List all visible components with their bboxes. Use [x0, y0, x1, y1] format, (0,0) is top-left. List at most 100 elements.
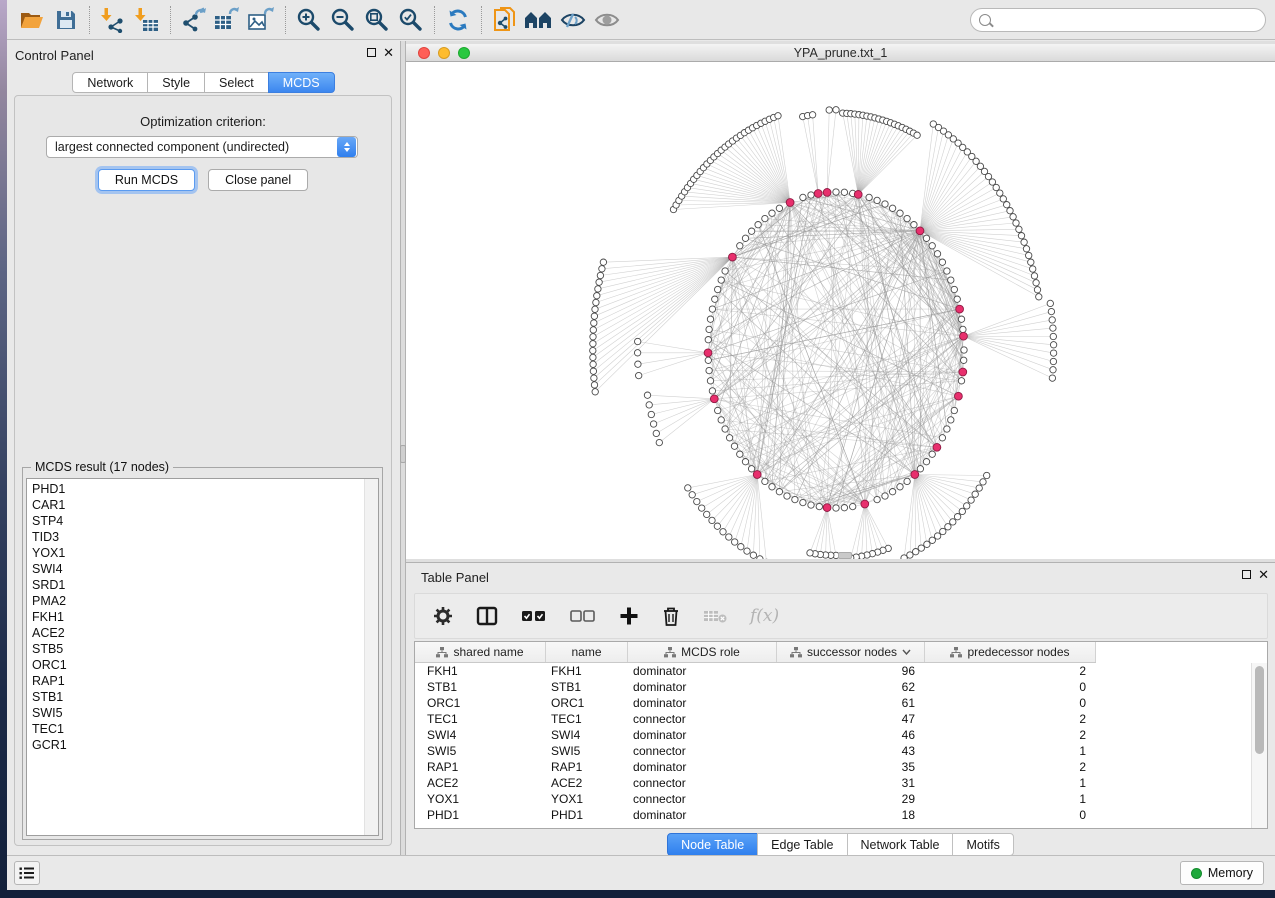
network-node[interactable]	[959, 508, 965, 514]
network-node[interactable]	[592, 389, 598, 395]
table-scrollbar[interactable]	[1251, 663, 1267, 828]
network-node[interactable]	[591, 382, 597, 388]
network-node[interactable]	[934, 533, 940, 539]
mcds-result-item[interactable]: ACE2	[27, 625, 363, 641]
column-header-MCDS-role[interactable]: MCDS role	[628, 642, 777, 662]
network-node[interactable]	[595, 286, 601, 292]
mcds-hub-node[interactable]	[933, 443, 941, 451]
network-node[interactable]	[762, 478, 768, 484]
column-header-shared-name[interactable]: shared name	[415, 642, 546, 662]
window-minimize-icon[interactable]	[438, 47, 450, 59]
network-node[interactable]	[809, 112, 815, 118]
network-node[interactable]	[980, 479, 986, 485]
mcds-hub-node[interactable]	[854, 191, 862, 199]
network-node[interactable]	[939, 259, 945, 265]
mcds-hub-node[interactable]	[823, 189, 831, 197]
network-node[interactable]	[726, 534, 732, 540]
network-node[interactable]	[954, 514, 960, 520]
column-header-name[interactable]: name	[546, 642, 628, 662]
network-node[interactable]	[850, 503, 856, 509]
network-node[interactable]	[590, 368, 596, 374]
network-node[interactable]	[950, 519, 956, 525]
first-neighbors-icon[interactable]	[522, 5, 556, 35]
mcds-result-item[interactable]: PMA2	[27, 593, 363, 609]
network-node[interactable]	[961, 357, 967, 363]
network-node[interactable]	[592, 306, 598, 312]
network-node[interactable]	[951, 407, 957, 413]
hide-graphics-details-icon[interactable]	[556, 5, 590, 35]
network-node[interactable]	[705, 337, 711, 343]
float-table-panel-icon[interactable]	[1242, 570, 1251, 579]
mcds-hub-node[interactable]	[916, 227, 924, 235]
network-node[interactable]	[590, 334, 596, 340]
table-row[interactable]: SWI5SWI5connector431	[415, 743, 1250, 759]
network-node[interactable]	[769, 484, 775, 490]
network-node[interactable]	[726, 435, 732, 441]
network-node[interactable]	[1047, 300, 1053, 306]
network-node[interactable]	[737, 451, 743, 457]
network-node[interactable]	[596, 279, 602, 285]
search-field[interactable]	[970, 8, 1266, 32]
network-node[interactable]	[1050, 325, 1056, 331]
network-node[interactable]	[757, 556, 763, 559]
network-node[interactable]	[718, 417, 724, 423]
network-node[interactable]	[874, 197, 880, 203]
table-row[interactable]: STB1STB1dominator620	[415, 679, 1250, 695]
export-network-icon[interactable]	[177, 5, 211, 35]
mcds-hub-node[interactable]	[753, 471, 761, 479]
table-row[interactable]: TEC1TEC1connector472	[415, 711, 1250, 727]
network-node[interactable]	[715, 407, 721, 413]
network-node[interactable]	[929, 451, 935, 457]
window-zoom-icon[interactable]	[458, 47, 470, 59]
close-panel-button[interactable]: Close panel	[208, 169, 308, 191]
search-input[interactable]	[996, 10, 1265, 30]
window-close-icon[interactable]	[418, 47, 430, 59]
network-node[interactable]	[636, 372, 642, 378]
network-node[interactable]	[904, 478, 910, 484]
mcds-result-item[interactable]: TEC1	[27, 721, 363, 737]
network-node[interactable]	[648, 411, 654, 417]
column-header-successor-nodes[interactable]: successor nodes	[777, 642, 925, 662]
network-node[interactable]	[689, 492, 695, 498]
network-node[interactable]	[958, 316, 964, 322]
network-node[interactable]	[968, 497, 974, 503]
network-node[interactable]	[590, 341, 596, 347]
network-node[interactable]	[833, 505, 839, 511]
tab-edge-table[interactable]: Edge Table	[757, 833, 847, 856]
network-node[interactable]	[934, 251, 940, 257]
network-node[interactable]	[954, 296, 960, 302]
network-node[interactable]	[656, 439, 662, 445]
network-node[interactable]	[1050, 367, 1056, 373]
network-node[interactable]	[826, 107, 832, 113]
table-row[interactable]: SWI4SWI4dominator462	[415, 727, 1250, 743]
float-panel-icon[interactable]	[367, 48, 376, 57]
network-node[interactable]	[712, 296, 718, 302]
import-network-icon[interactable]	[96, 5, 130, 35]
network-node[interactable]	[1013, 220, 1019, 226]
network-node[interactable]	[635, 361, 641, 367]
network-node[interactable]	[1023, 246, 1029, 252]
network-node[interactable]	[923, 235, 929, 241]
zoom-selected-icon[interactable]	[394, 5, 428, 35]
tab-style[interactable]: Style	[147, 72, 205, 93]
network-node[interactable]	[634, 350, 640, 356]
mcds-result-item[interactable]: RAP1	[27, 673, 363, 689]
network-node[interactable]	[792, 496, 798, 502]
network-node[interactable]	[940, 528, 946, 534]
mcds-result-item[interactable]: SRD1	[27, 577, 363, 593]
network-node[interactable]	[694, 498, 700, 504]
network-node[interactable]	[707, 378, 713, 384]
zoom-fit-icon[interactable]	[360, 5, 394, 35]
network-node[interactable]	[882, 201, 888, 207]
network-node[interactable]	[744, 548, 750, 554]
run-mcds-button[interactable]: Run MCDS	[98, 169, 195, 191]
memory-button[interactable]: Memory	[1180, 861, 1264, 885]
table-row[interactable]: FKH1FKH1dominator962	[415, 663, 1250, 679]
tab-node-table[interactable]: Node Table	[667, 833, 758, 856]
deselect-all-rows-icon[interactable]	[570, 608, 596, 624]
tab-network-table[interactable]: Network Table	[847, 833, 954, 856]
network-node[interactable]	[807, 550, 813, 556]
network-node[interactable]	[1050, 358, 1056, 364]
network-node[interactable]	[800, 194, 806, 200]
network-node[interactable]	[715, 286, 721, 292]
